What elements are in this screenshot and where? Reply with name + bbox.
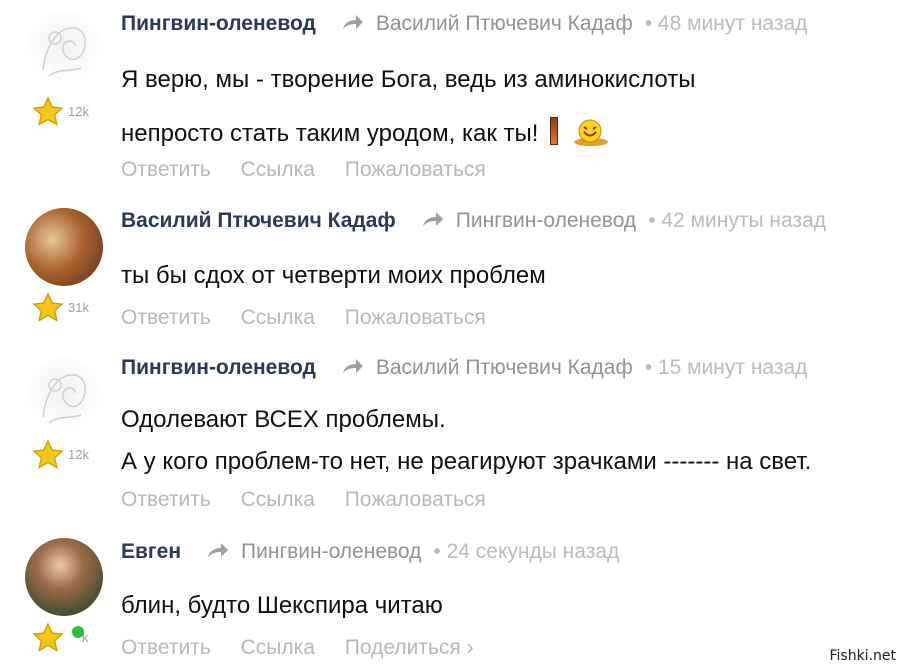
report-button[interactable]: Пожаловаться	[345, 158, 486, 181]
comment-text: Одолевают ВСЕХ проблемы. А у кого пробле…	[121, 399, 811, 483]
comment-header: Евген Пингвин-оленевод • 24 секунды наза…	[121, 540, 619, 564]
reply-arrow-icon	[342, 15, 363, 29]
comment-line: Одолевают ВСЕХ проблемы.	[121, 406, 446, 433]
comment-line-text: непросто стать таким уродом, как ты!	[121, 120, 539, 147]
timestamp[interactable]: • 24 секунды назад	[433, 540, 619, 564]
rating-value: 31k	[68, 300, 89, 315]
comment-actions: Ответить Ссылка Пожаловаться	[121, 306, 510, 330]
comment: 12k Пингвин-оленевод Василий Птючевич Ка…	[0, 0, 902, 190]
avatar[interactable]	[25, 10, 103, 88]
rating-value: 12k	[68, 104, 89, 119]
comment-line: ты бы сдох от четверти моих проблем	[121, 262, 546, 289]
link-button[interactable]: Ссылка	[241, 488, 315, 511]
comment-header: Пингвин-оленевод Василий Птючевич Кадаф …	[121, 356, 807, 380]
comment-header: Пингвин-оленевод Василий Птючевич Кадаф …	[121, 12, 807, 36]
rating-value: 12k	[68, 447, 89, 462]
reply-arrow-icon	[208, 543, 229, 557]
reply-button[interactable]: Ответить	[121, 158, 211, 181]
avatar[interactable]	[25, 357, 103, 435]
comment-actions: Ответить Ссылка Пожаловаться	[121, 158, 510, 182]
comment-text: Я верю, мы - творение Бога, ведь из амин…	[121, 56, 695, 158]
timestamp[interactable]: • 48 минут назад	[645, 12, 808, 36]
watermark: Fishki.net	[829, 648, 896, 664]
report-button[interactable]: Пожаловаться	[345, 306, 486, 329]
reply-button[interactable]: Ответить	[121, 636, 211, 659]
reply-to-link[interactable]: Пингвин-оленевод	[456, 209, 636, 233]
reply-to-link[interactable]: Василий Птючевич Кадаф	[376, 356, 633, 380]
timestamp[interactable]: • 42 минуты назад	[648, 209, 826, 233]
comment: 31k Василий Птючевич Кадаф Пингвин-олене…	[0, 196, 902, 336]
comment-text: ты бы сдох от четверти моих проблем	[121, 252, 546, 300]
reply-to-link[interactable]: Пингвин-оленевод	[241, 540, 421, 564]
comment: k Евген Пингвин-оленевод • 24 секунды на…	[0, 530, 902, 668]
author-name[interactable]: Пингвин-оленевод	[121, 356, 316, 380]
reply-arrow-icon	[422, 212, 443, 226]
timestamp[interactable]: • 15 минут назад	[645, 356, 808, 380]
star-icon	[32, 622, 64, 652]
link-button[interactable]: Ссылка	[241, 306, 315, 329]
author-name[interactable]: Пингвин-оленевод	[121, 12, 316, 36]
link-button[interactable]: Ссылка	[241, 636, 315, 659]
star-icon	[32, 96, 64, 126]
comment-actions: Ответить Ссылка Поделиться ›	[121, 636, 498, 660]
author-name[interactable]: Евген	[121, 540, 181, 564]
reply-to-link[interactable]: Василий Птючевич Кадаф	[376, 12, 633, 36]
comment-text: блин, будто Шекспира читаю	[121, 582, 443, 630]
avatar[interactable]	[25, 208, 103, 286]
comment: 12k Пингвин-оленевод Василий Птючевич Ка…	[0, 343, 902, 523]
report-button[interactable]: Пожаловаться	[345, 488, 486, 511]
reply-arrow-icon	[342, 359, 363, 373]
link-button[interactable]: Ссылка	[241, 158, 315, 181]
avatar[interactable]	[25, 538, 103, 616]
laughing-smiley-icon	[574, 119, 609, 146]
rating-value: k	[82, 630, 89, 645]
author-name[interactable]: Василий Птючевич Кадаф	[121, 209, 396, 233]
comment-line: непросто стать таким уродом, как ты!	[121, 110, 695, 158]
comment-line: А у кого проблем-то нет, не реагируют зр…	[121, 448, 812, 475]
star-icon	[32, 292, 64, 322]
share-button[interactable]: Поделиться ›	[345, 636, 474, 659]
comment-header: Василий Птючевич Кадаф Пингвин-оленевод …	[121, 209, 826, 233]
exclamation-emoji-icon	[550, 117, 559, 145]
star-icon	[32, 439, 64, 469]
comment-line: блин, будто Шекспира читаю	[121, 592, 443, 619]
reply-button[interactable]: Ответить	[121, 306, 211, 329]
reply-button[interactable]: Ответить	[121, 488, 211, 511]
comment-actions: Ответить Ссылка Пожаловаться	[121, 488, 510, 512]
comment-line: Я верю, мы - творение Бога, ведь из амин…	[121, 66, 696, 93]
